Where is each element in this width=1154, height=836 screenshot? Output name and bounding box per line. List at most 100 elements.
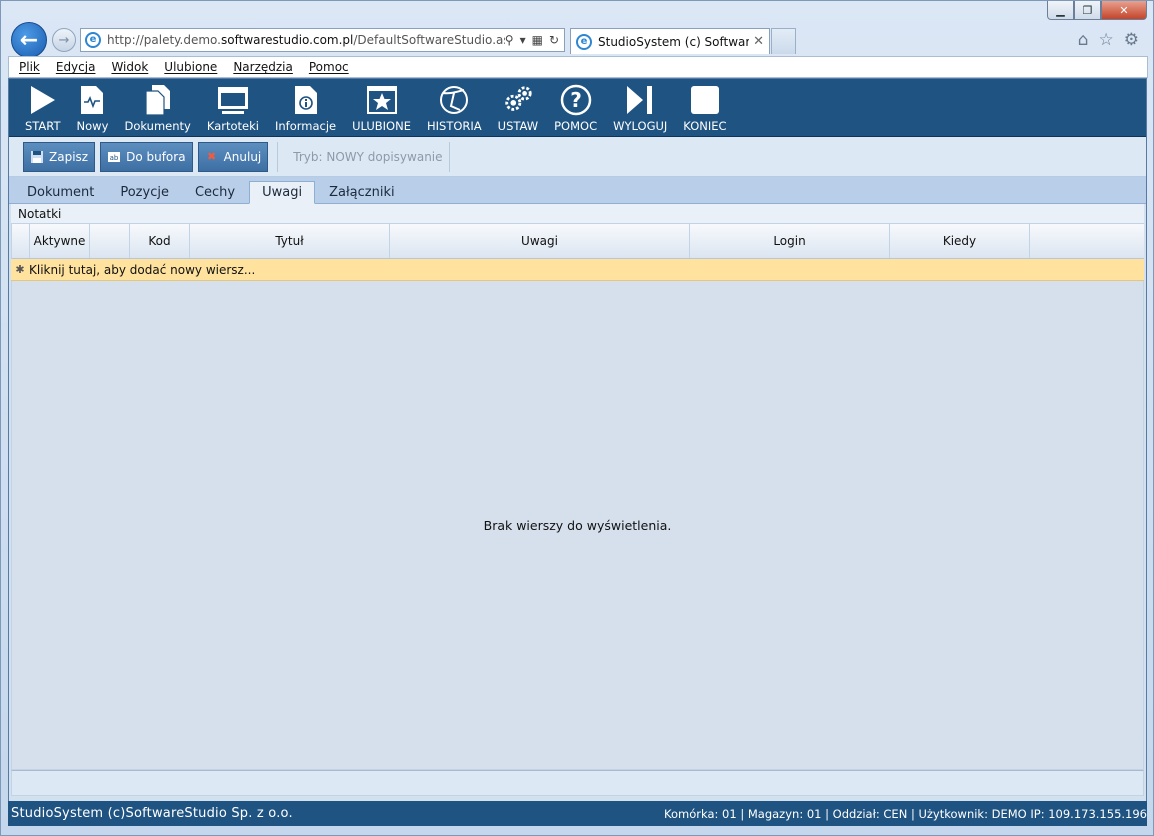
ie-icon: e (85, 32, 101, 48)
cancel-button[interactable]: ✖ Anuluj (197, 141, 269, 172)
menu-edycja[interactable]: Edycja (56, 60, 96, 74)
tab-cechy[interactable]: Cechy (183, 181, 247, 203)
dropdown-arrow-icon[interactable]: ▾ (520, 33, 526, 47)
maximize-button[interactable]: ❐ (1074, 1, 1101, 20)
browser-tab[interactable]: e StudioSystem (c) SoftwareS... ✕ (570, 28, 770, 54)
app-area: START Nowy Dokumenty Kartoteki Informacj… (8, 78, 1147, 826)
arrow-right-icon: → (58, 32, 70, 48)
address-url[interactable]: http://palety.demo.softwarestudio.com.pl… (107, 33, 505, 47)
browser-tools: ⌂ ☆ ⚙ (1078, 30, 1139, 50)
gears-icon (502, 84, 534, 116)
toolbar-pomoc[interactable]: ? POMOC (546, 78, 605, 136)
action-toolbar: Zapisz ab Do bufora ✖ Anuluj Tryb: NOWY … (9, 137, 1146, 177)
close-window-button[interactable]: ✕ (1101, 1, 1147, 20)
buffer-icon: ab (107, 150, 121, 164)
save-button[interactable]: Zapisz (23, 141, 96, 172)
monitor-icon (217, 84, 249, 116)
maximize-icon: ❐ (1082, 3, 1093, 17)
column-login[interactable]: Login (690, 224, 890, 258)
info-document-icon (290, 84, 322, 116)
toolbar-koniec[interactable]: KONIEC (675, 78, 734, 136)
grid-header-indicator (12, 224, 30, 258)
new-tab-button[interactable] (771, 28, 796, 54)
notes-grid: Aktywne Kod Tytuł Uwagi Login Kiedy ✱ Kl… (11, 224, 1144, 770)
minimize-icon: ▁ (1056, 3, 1065, 17)
url-domain: softwarestudio.com.pl (221, 33, 354, 47)
column-kiedy[interactable]: Kiedy (890, 224, 1030, 258)
toolbar-kartoteki[interactable]: Kartoteki (199, 78, 267, 136)
toolbar-ulubione[interactable]: ULUBIONE (344, 78, 419, 136)
window-controls: ▁ ❐ ✕ (1047, 1, 1147, 20)
toolbar-ustaw-label: USTAW (497, 119, 539, 133)
new-document-icon (76, 84, 108, 116)
arrow-left-icon: ← (19, 27, 39, 53)
svg-text:?: ? (570, 88, 582, 112)
new-row-asterisk-icon: ✱ (15, 263, 25, 276)
column-aktywne[interactable]: Aktywne (30, 224, 90, 258)
add-new-row[interactable]: ✱ Kliknij tutaj, aby dodać nowy wiersz..… (11, 259, 1144, 281)
toolbar-wyloguj[interactable]: WYLOGUJ (605, 78, 675, 136)
column-uwagi[interactable]: Uwagi (390, 224, 690, 258)
toolbar-informacje-label: Informacje (274, 119, 337, 133)
toolbar-ustaw[interactable]: USTAW (490, 78, 546, 136)
status-bar: StudioSystem (c)SoftwareStudio Sp. z o.o… (8, 801, 1147, 826)
tab-ie-icon: e (576, 33, 592, 50)
floppy-disk-icon (30, 150, 44, 164)
toolbar-informacje[interactable]: Informacje (267, 78, 344, 136)
close-icon: ✕ (1119, 3, 1129, 17)
toolbar-pomoc-label: POMOC (554, 119, 598, 133)
tab-uwagi[interactable]: Uwagi (249, 181, 316, 204)
toolbar-ulubione-label: ULUBIONE (352, 119, 411, 133)
favorites-star-icon[interactable]: ☆ (1099, 30, 1114, 50)
toolbar-separator (277, 141, 279, 172)
toolbar-start-label: START (25, 119, 61, 133)
menu-pomoc[interactable]: Pomoc (309, 60, 349, 74)
section-title: Notatki (11, 204, 1144, 224)
column-tytul[interactable]: Tytuł (190, 224, 390, 258)
refresh-icon[interactable]: ↻ (549, 33, 559, 47)
tab-zalaczniki[interactable]: Załączniki (317, 181, 407, 203)
save-button-label: Zapisz (49, 149, 89, 164)
toolbar-start[interactable]: START (17, 78, 68, 136)
status-company: StudioSystem (c)SoftwareStudio Sp. z o.o… (11, 806, 293, 821)
documents-icon (142, 84, 174, 116)
url-prefix: http://palety.demo. (107, 33, 221, 47)
menu-widok[interactable]: Widok (111, 60, 148, 74)
status-session-info: Komórka: 01 | Magazyn: 01 | Oddział: CEN… (664, 806, 1147, 821)
main-toolbar: START Nowy Dokumenty Kartoteki Informacj… (9, 79, 1146, 137)
address-bar[interactable]: e http://palety.demo.softwarestudio.com.… (80, 28, 565, 52)
search-icon[interactable]: ⚲ (505, 33, 514, 47)
to-buffer-button-label: Do bufora (126, 149, 186, 164)
menu-ulubione[interactable]: Ulubione (164, 60, 217, 74)
logout-icon (624, 84, 656, 116)
toolbar-nowy-label: Nowy (76, 119, 109, 133)
empty-grid-message: Brak wierszy do wyświetlenia. (483, 517, 672, 533)
add-new-row-text: Kliknij tutaj, aby dodać nowy wiersz... (29, 262, 256, 277)
tab-pozycje[interactable]: Pozycje (108, 181, 181, 203)
grid-body: Brak wierszy do wyświetlenia. (11, 281, 1144, 770)
help-icon: ? (560, 84, 592, 116)
document-tabs: Dokument Pozycje Cechy Uwagi Załączniki (9, 177, 1146, 204)
url-suffix: /DefaultSoftwareStudio.aspx?rol (353, 33, 504, 47)
svg-text:ab: ab (110, 154, 119, 162)
forward-button[interactable]: → (52, 28, 76, 52)
column-blank[interactable] (90, 224, 130, 258)
column-kod[interactable]: Kod (130, 224, 190, 258)
tab-dokument[interactable]: Dokument (15, 181, 106, 203)
menu-plik[interactable]: Plik (19, 60, 40, 74)
toolbar-nowy[interactable]: Nowy (68, 78, 116, 136)
to-buffer-button[interactable]: ab Do bufora (100, 141, 193, 172)
toolbar-wyloguj-label: WYLOGUJ (613, 119, 668, 133)
back-button[interactable]: ← (11, 22, 47, 58)
minimize-button[interactable]: ▁ (1047, 1, 1074, 20)
toolbar-kartoteki-label: Kartoteki (206, 119, 259, 133)
home-icon[interactable]: ⌂ (1078, 30, 1089, 50)
tab-close-icon[interactable]: ✕ (753, 34, 764, 49)
stop-icon (689, 84, 721, 116)
toolbar-historia[interactable]: HISTORIA (419, 78, 490, 136)
toolbar-dokumenty[interactable]: Dokumenty (116, 78, 198, 136)
cancel-button-label: Anuluj (223, 149, 262, 164)
menu-narzedzia[interactable]: Narzędzia (233, 60, 293, 74)
settings-gear-icon[interactable]: ⚙ (1124, 30, 1139, 50)
compatibility-icon[interactable]: ▦ (532, 33, 543, 47)
